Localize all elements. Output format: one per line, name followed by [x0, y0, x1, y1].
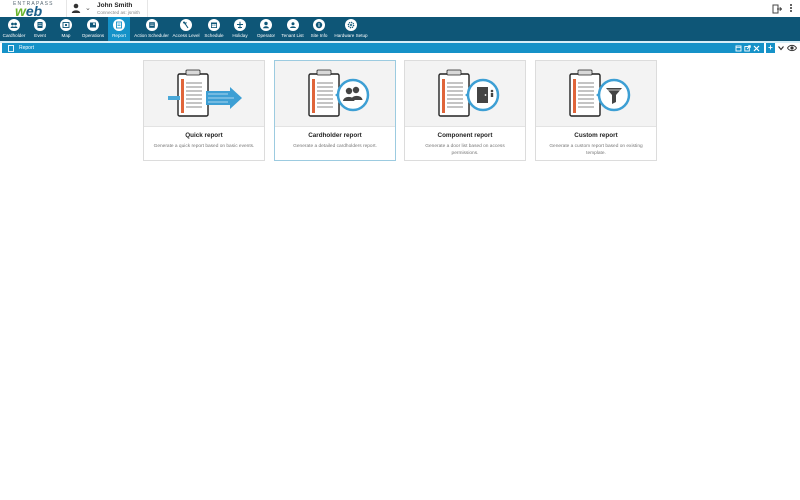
eye-icon[interactable]	[787, 44, 797, 52]
toolbar-item-label: Report	[112, 33, 126, 38]
toolbar-item-hardware-setup[interactable]: Hardware Setup	[332, 17, 370, 41]
custom-report-icon	[536, 61, 656, 127]
toolbar-item-label: Hardware Setup	[334, 33, 368, 38]
map-icon	[60, 19, 72, 31]
close-icon[interactable]	[753, 45, 760, 52]
toolbar-item-label: Operator	[256, 33, 276, 38]
user-connection-status: Connected as: jsmith	[97, 10, 140, 15]
restore-icon[interactable]	[735, 45, 742, 52]
component-report-icon	[405, 61, 525, 127]
chevron-down-icon[interactable]	[777, 44, 785, 52]
cardholder-report-icon	[275, 61, 395, 127]
top-header: ENTRAPASS web ⌄ John Smith Connected as:…	[0, 0, 800, 19]
toolbar-item-action-scheduler[interactable]: Action Scheduler	[132, 17, 171, 41]
hardware-setup-icon	[345, 19, 357, 31]
main-toolbar: Cardholder Event Map Operations Report Action…	[0, 17, 800, 41]
toolbar-item-cardholder[interactable]: Cardholder	[0, 17, 28, 41]
toolbar-item-site-info[interactable]: Site Info	[309, 17, 329, 41]
holiday-icon	[234, 19, 246, 31]
report-icon	[113, 19, 125, 31]
toolbar-item-operator[interactable]: Operator	[255, 17, 277, 41]
site-info-icon	[313, 19, 325, 31]
more-menu-icon[interactable]	[788, 3, 794, 15]
toolbar-item-label: Site Info	[310, 33, 328, 38]
open-external-icon[interactable]	[744, 44, 751, 52]
toolbar-item-event[interactable]: Event	[29, 17, 51, 41]
toolbar-item-tenant-list[interactable]: Tenant List	[279, 17, 306, 41]
report-card-custom-report[interactable]: Custom report Generate a custom report ba…	[535, 60, 657, 161]
tenant-list-icon	[286, 19, 299, 31]
tab-title: Report	[19, 44, 35, 51]
add-tab-button[interactable]: +	[766, 43, 775, 53]
tab-report[interactable]: Report	[2, 43, 764, 53]
report-card-title: Custom report	[574, 132, 618, 139]
toolbar-item-label: Event	[34, 33, 46, 38]
toolbar-item-label: Operations	[81, 33, 105, 38]
toolbar-item-label: Schedule	[204, 33, 224, 38]
toolbar-item-label: Access Level	[172, 33, 200, 38]
report-card-title: Quick report	[185, 132, 223, 139]
toolbar-item-label: Map	[61, 33, 71, 38]
document-icon	[8, 45, 14, 52]
report-card-title: Cardholder report	[308, 132, 362, 139]
cardholder-icon	[8, 19, 20, 31]
toolbar-item-schedule[interactable]: Schedule	[202, 17, 226, 41]
toolbar-item-label: Action Scheduler	[134, 33, 169, 38]
action-scheduler-icon	[145, 19, 158, 31]
user-name: John Smith	[97, 2, 133, 9]
toolbar-item-report[interactable]: Report	[108, 17, 130, 41]
entrapass-logo[interactable]: ENTRAPASS web	[10, 0, 60, 19]
logout-icon[interactable]	[772, 4, 782, 14]
report-card-component-report[interactable]: Component report Generate a door list bas…	[404, 60, 526, 161]
report-card-title: Component report	[437, 132, 493, 139]
user-menu[interactable]: ⌄ John Smith Connected as: jsmith	[66, 0, 148, 17]
report-card-description: Generate a detailed cardholders report.	[293, 144, 377, 149]
toolbar-item-label: Tenant List	[281, 33, 304, 38]
report-card-description: Generate a quick report based on basic e…	[153, 144, 255, 149]
report-card-cardholder-report[interactable]: Cardholder report Generate a detailed car…	[274, 60, 396, 161]
operator-icon	[260, 19, 272, 31]
toolbar-item-access-level[interactable]: Access Level	[172, 17, 200, 41]
report-card-description: Generate a custom report based on existi…	[549, 144, 643, 156]
report-card-description: Generate a door list based on access per…	[425, 144, 505, 156]
toolbar-item-operations[interactable]: Operations	[79, 17, 107, 41]
toolbar-item-holiday[interactable]: Holiday	[228, 17, 252, 41]
toolbar-item-map[interactable]: Map	[56, 17, 76, 41]
quick-report-icon	[144, 61, 264, 127]
toolbar-item-label: Holiday	[232, 33, 248, 38]
operations-icon	[87, 19, 99, 31]
schedule-icon	[208, 19, 220, 31]
event-icon	[34, 19, 46, 31]
user-avatar-icon	[71, 3, 81, 13]
toolbar-item-label: Cardholder	[2, 33, 26, 38]
chevron-down-icon: ⌄	[85, 5, 91, 12]
access-level-icon	[180, 19, 192, 31]
report-card-quick-report[interactable]: Quick report Generate a quick report base…	[143, 60, 265, 161]
